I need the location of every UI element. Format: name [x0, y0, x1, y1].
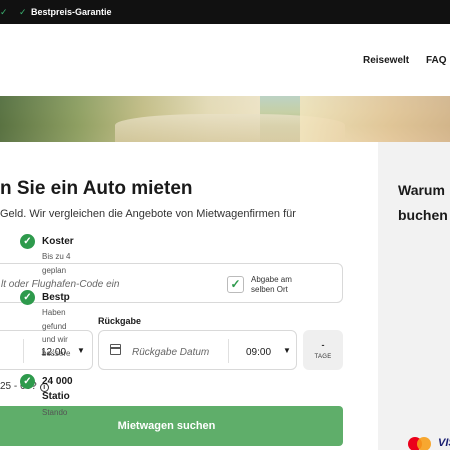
- check-circle-icon: ✓: [20, 234, 35, 249]
- feature-desc: Stando: [42, 408, 68, 417]
- hero-image: [0, 96, 450, 142]
- rental-days-label: TAGE: [314, 354, 332, 360]
- same-location-label: Abgabe am selben Ort: [251, 275, 292, 294]
- rental-days-badge: - TAGE: [303, 330, 343, 370]
- nav-link-reisewelt[interactable]: Reisewelt: [363, 55, 409, 66]
- return-label: Rückgabe: [98, 316, 142, 326]
- mastercard-logo: [408, 437, 431, 450]
- nav-link-faq[interactable]: FAQ: [426, 55, 447, 66]
- feature-desc: Haben gefund und wir bessere: [42, 308, 71, 358]
- return-date-field[interactable]: Rückgabe Datum 09:00 ▼: [98, 330, 297, 370]
- pickup-location-placeholder: lt oder Flughafen-Code ein: [1, 279, 120, 290]
- feature-title: Statio: [42, 391, 70, 402]
- page-subtitle: Geld. Wir vergleichen die Angebote von M…: [0, 208, 296, 220]
- chevron-down-icon[interactable]: ▼: [283, 346, 291, 355]
- visa-logo: VISA: [438, 437, 450, 449]
- sidebar-heading: Warum buchen: [398, 182, 448, 223]
- check-circle-icon: ✓: [20, 290, 35, 305]
- page-title: n Sie ein Auto mieten: [0, 178, 193, 199]
- return-date-placeholder: Rückgabe Datum: [132, 347, 210, 358]
- return-time-value[interactable]: 09:00: [246, 347, 271, 358]
- calendar-icon: [110, 344, 121, 355]
- feature-title: Bestp: [42, 292, 70, 303]
- chevron-down-icon: ▼: [77, 346, 85, 355]
- bestpreis-garantie-label: Bestpreis-Garantie: [31, 7, 112, 17]
- feature-title: 24 000: [42, 376, 73, 387]
- header-nav: Reisewelt FAQ: [0, 24, 450, 96]
- check-icon: ✓: [19, 7, 27, 17]
- same-location-checkbox[interactable]: ✓: [227, 276, 244, 293]
- why-book-sidebar: Warum buchen: [378, 142, 450, 450]
- feature-title: Koster: [42, 236, 74, 247]
- top-bar: ✓ ✓ Bestpreis-Garantie: [0, 0, 450, 24]
- rental-days-value: -: [321, 340, 325, 350]
- check-circle-icon: ✓: [20, 374, 35, 389]
- feature-desc: Bis zu 4 geplan: [42, 252, 71, 275]
- check-icon: ✓: [0, 7, 8, 17]
